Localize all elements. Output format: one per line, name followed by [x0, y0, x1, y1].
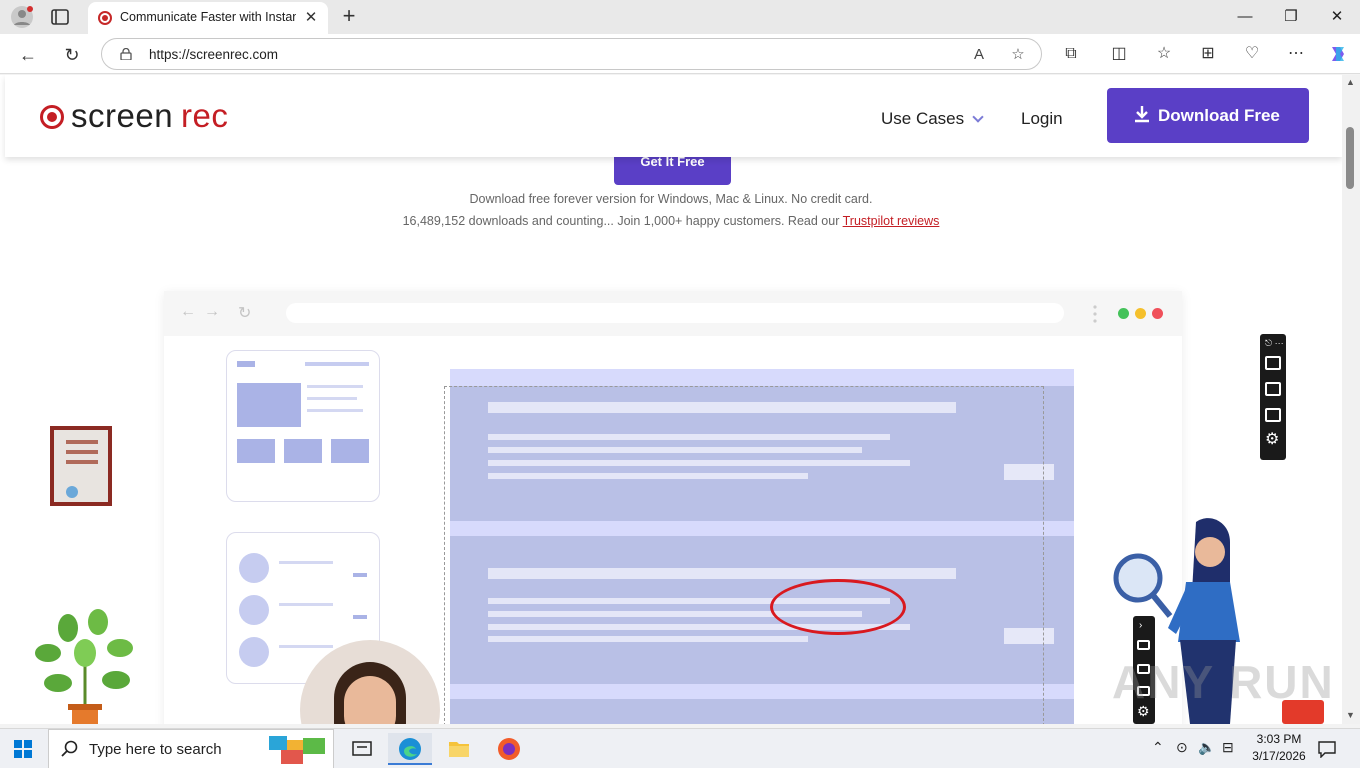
clock-date: 3/17/2026	[1252, 749, 1306, 763]
tab-actions-icon[interactable]	[48, 6, 72, 28]
mock-dashed-selection	[444, 386, 1044, 724]
network-icon[interactable]: ⊟	[1222, 739, 1234, 756]
download-free-label: Download Free	[1158, 106, 1280, 125]
url-text[interactable]: https://screenrec.com	[149, 47, 278, 62]
mock-red-dot	[1152, 308, 1163, 319]
mock-yellow-dot	[1135, 308, 1146, 319]
favicon-icon	[98, 11, 112, 25]
downloads-info-text: 16,489,152 downloads and counting... Joi…	[0, 214, 1342, 228]
platform-info-text: Download free forever version for Window…	[469, 192, 873, 206]
edge-icon	[399, 738, 421, 760]
copilot-icon[interactable]	[1327, 43, 1349, 65]
hero-illustration: ← → ↻	[164, 291, 1182, 724]
mock-kebab-icon	[1093, 305, 1097, 323]
potted-plant-illustration	[35, 609, 133, 724]
minimize-button[interactable]: —	[1222, 0, 1268, 34]
volume-icon[interactable]: 🔈	[1198, 739, 1215, 756]
folder-icon	[449, 742, 469, 757]
back-icon[interactable]: ←	[15, 42, 41, 68]
mock-camera-icon	[1265, 356, 1281, 370]
browser-essentials-icon[interactable]: ♡	[1241, 43, 1263, 65]
search-icon	[61, 740, 78, 757]
page-scrollbar[interactable]: ▲ ▼	[1342, 75, 1360, 724]
site-info-icon[interactable]	[120, 48, 132, 60]
logo-text-rec: rec	[181, 97, 229, 134]
browser-titlebar: Communicate Faster with Instant ✕ + — ❐ …	[0, 0, 1360, 34]
task-view-icon	[352, 741, 372, 756]
profile-icon[interactable]	[10, 5, 34, 29]
settings-more-icon[interactable]: ⋯	[1285, 43, 1307, 65]
mock-reload-icon: ↻	[238, 305, 252, 322]
maximize-button[interactable]: ❐	[1268, 0, 1314, 34]
show-hidden-icons-icon[interactable]: ⌃	[1152, 739, 1164, 756]
favorite-star-icon[interactable]: ☆	[1008, 45, 1028, 65]
scrollbar-thumb[interactable]	[1346, 127, 1354, 189]
firefox-button[interactable]	[487, 733, 531, 765]
file-explorer-button[interactable]	[437, 733, 481, 765]
scroll-up-icon[interactable]: ▲	[1346, 77, 1355, 87]
mock-copy-icon	[1265, 408, 1281, 422]
close-window-button[interactable]: ✕	[1314, 0, 1360, 34]
collections-icon[interactable]: ⊞	[1197, 43, 1219, 65]
scroll-down-icon[interactable]: ▼	[1346, 710, 1355, 720]
nav-use-cases-label: Use Cases	[881, 109, 965, 128]
tab-close-icon[interactable]: ✕	[302, 9, 320, 27]
framed-certificate-illustration	[50, 426, 112, 506]
read-aloud-icon[interactable]: A	[969, 45, 989, 65]
mock-recorder-toolbar: ⎋ ⋯ ⚙	[1260, 334, 1286, 460]
red-bag-illustration	[1282, 700, 1324, 724]
new-tab-button[interactable]: +	[336, 4, 362, 30]
browser-toolbar: ← ↻ https://screenrec.com A ☆ ⧉ ◫ ☆ ⊞ ♡ …	[0, 34, 1360, 74]
mock-card-gallery	[226, 350, 380, 502]
nav-use-cases[interactable]: Use Cases	[881, 109, 984, 129]
site-header: screen rec Use Cases Login Download Free	[5, 75, 1342, 157]
logo-text-screen: screen	[71, 97, 174, 134]
mock-gear-icon: ⚙	[1265, 431, 1280, 448]
mock-url-bar	[286, 303, 1064, 323]
taskbar-search[interactable]: Type here to search	[48, 729, 334, 768]
tab-title: Communicate Faster with Instant	[120, 10, 296, 24]
split-screen-icon[interactable]: ◫	[1108, 43, 1130, 65]
extensions-icon[interactable]: ⧉	[1060, 43, 1082, 65]
meet-now-icon[interactable]: ⊙	[1176, 739, 1188, 756]
mock-green-dot	[1118, 308, 1129, 319]
windows-start-icon[interactable]	[14, 740, 32, 758]
downloads-count-text: 16,489,152 downloads and counting... Joi…	[402, 214, 843, 228]
active-tab[interactable]: Communicate Faster with Instant ✕	[88, 2, 328, 34]
mock-back-icon: ←	[180, 303, 196, 320]
logo-record-icon	[40, 105, 64, 129]
search-placeholder: Type here to search	[89, 741, 222, 758]
firefox-icon	[498, 738, 520, 760]
download-icon	[1135, 106, 1149, 123]
nav-login[interactable]: Login	[1021, 109, 1063, 129]
task-view-button[interactable]	[340, 733, 384, 765]
system-clock[interactable]: 3:03 PM 3/17/2026	[1244, 731, 1314, 765]
clock-time: 3:03 PM	[1256, 732, 1302, 746]
mock-video-icon	[1265, 382, 1281, 396]
annotation-ellipse	[770, 579, 906, 635]
address-bar[interactable]: https://screenrec.com A ☆	[101, 38, 1042, 70]
download-free-button[interactable]: Download Free	[1107, 88, 1309, 143]
chevron-down-icon	[972, 111, 984, 123]
notifications-icon[interactable]	[1318, 740, 1336, 758]
mock-forward-icon: →	[204, 303, 220, 320]
web-page: screen rec Use Cases Login Download Free…	[0, 75, 1342, 724]
trustpilot-reviews-link[interactable]: Trustpilot reviews	[843, 214, 940, 228]
edge-taskbar-button[interactable]	[388, 733, 432, 765]
mock-browser-bar: ← → ↻	[164, 291, 1182, 336]
windows-taskbar: Type here to search ⌃ ⊙ 🔈 ⊟ 3:03 PM 3/17…	[0, 728, 1360, 768]
favorites-icon[interactable]: ☆	[1153, 43, 1175, 65]
search-highlight-icon	[269, 736, 325, 764]
reload-icon[interactable]: ↻	[59, 42, 85, 68]
